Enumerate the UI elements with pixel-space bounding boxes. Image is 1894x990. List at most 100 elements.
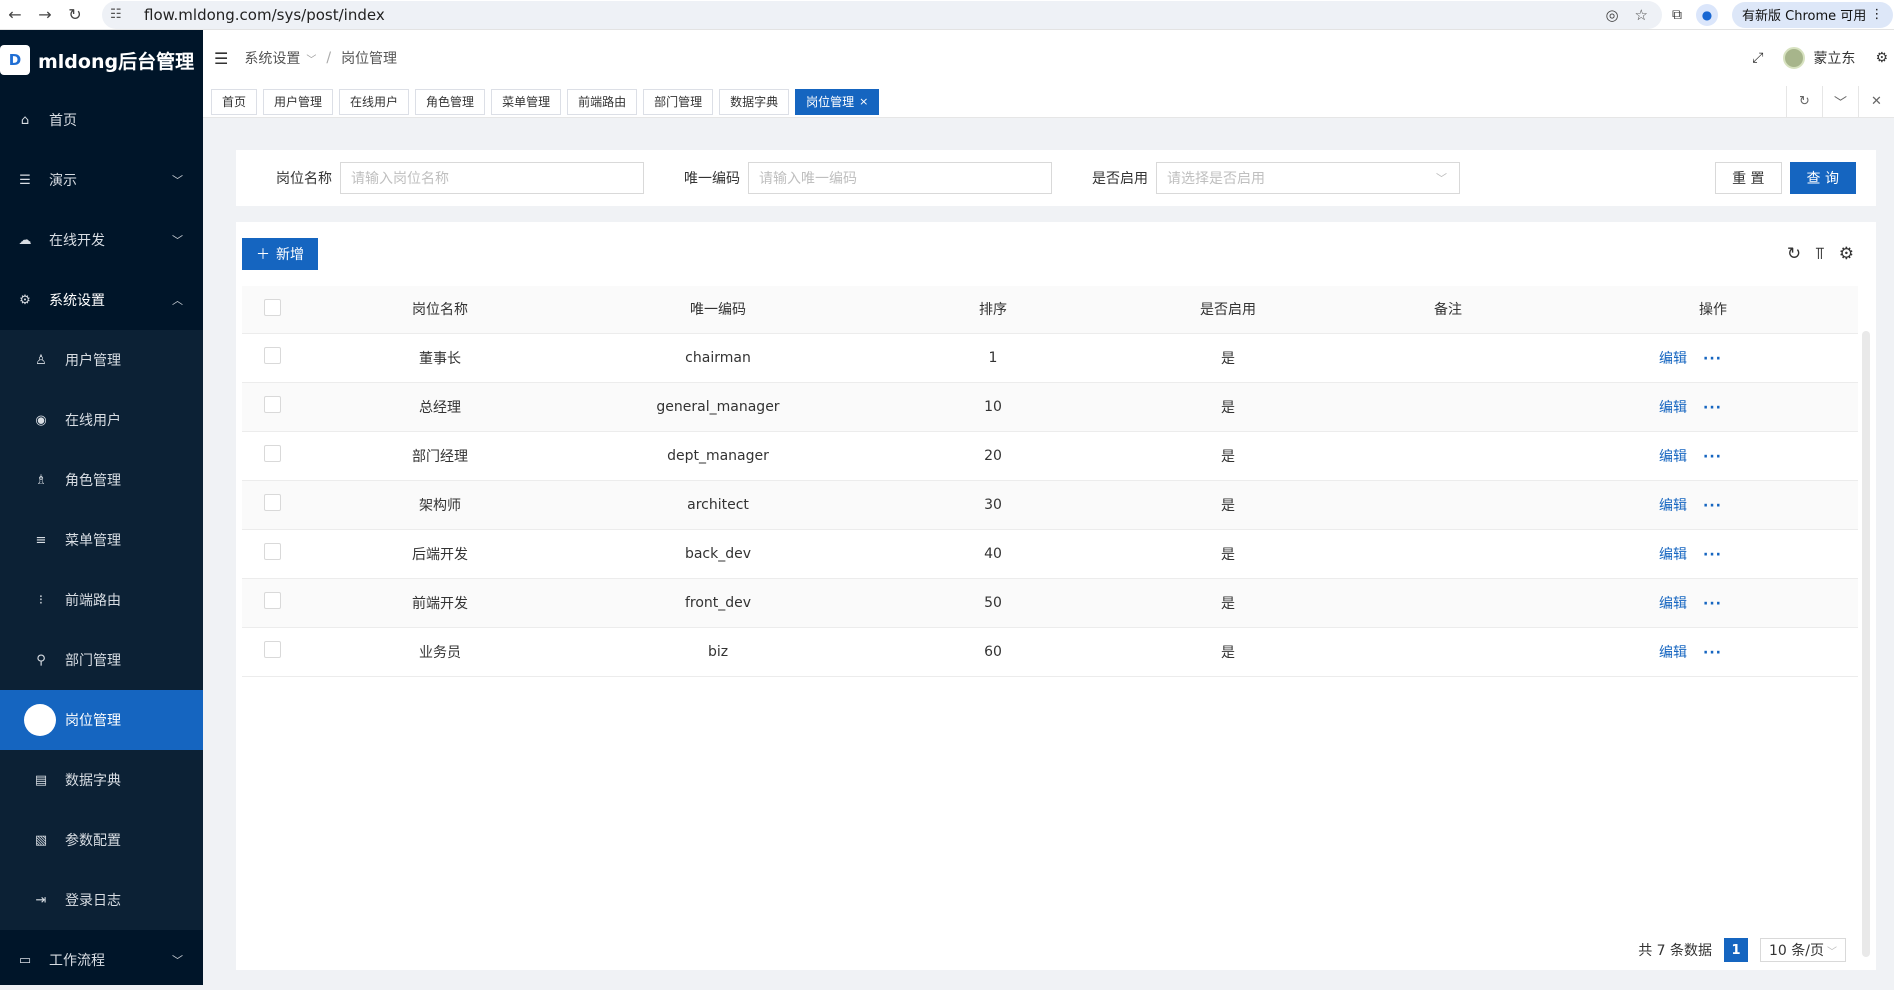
sidebar-item-menus[interactable]: ≡ 菜单管理 — [0, 510, 203, 570]
edit-link[interactable]: 编辑 — [1659, 400, 1687, 416]
post-code-cell: biz — [578, 627, 858, 677]
table-scrollbar[interactable] — [1862, 331, 1870, 957]
post-icon — [24, 704, 56, 736]
extensions-icon[interactable]: ⧉ — [1672, 7, 1682, 23]
profile-icon[interactable]: ● — [1696, 3, 1718, 26]
top-header: ☰ 系统设置 ﹀ / 岗位管理 ⤢ 蒙立东 ⚙ — [203, 30, 1894, 86]
sidebar-item-demo[interactable]: ☰ 演示 ﹀ — [0, 150, 203, 210]
query-button[interactable]: 查 询 — [1789, 162, 1856, 194]
fullscreen-icon[interactable]: ⤢ — [1752, 50, 1763, 66]
enabled-select[interactable]: 请选择是否启用 ﹀ — [1156, 162, 1460, 194]
add-button[interactable]: ＋ 新增 — [242, 238, 318, 270]
more-icon[interactable]: ··· — [1703, 449, 1722, 465]
more-icon[interactable]: ··· — [1703, 547, 1722, 563]
sidebar-item-label: 演示 — [49, 173, 77, 189]
forward-icon[interactable]: → — [30, 0, 60, 30]
page-size-value: 10 条/页 — [1769, 943, 1824, 959]
table-row[interactable]: 后端开发 back_dev 40 是 编辑 ··· — [242, 529, 1858, 579]
select-all-checkbox[interactable] — [263, 298, 281, 316]
table-row[interactable]: 董事长 chairman 1 是 编辑 ··· — [242, 333, 1858, 383]
column-header[interactable]: 备注 — [1328, 286, 1568, 334]
address-bar[interactable]: ☷ flow.mldong.com/sys/post/index ◎ ☆ — [102, 0, 1662, 29]
post-code-input[interactable]: 请输入唯一编码 — [748, 162, 1052, 194]
column-height-icon[interactable]: ⫪ — [1815, 244, 1825, 264]
tab-online-users[interactable]: 在线用户 — [339, 88, 410, 115]
sidebar-item-dictionary[interactable]: ▤ 数据字典 — [0, 750, 203, 810]
column-header[interactable]: 是否启用 — [1128, 286, 1328, 334]
settings-icon[interactable]: ⚙ — [1875, 50, 1888, 66]
row-checkbox[interactable] — [263, 445, 281, 462]
sort-cell: 30 — [858, 480, 1128, 530]
column-header[interactable]: 岗位名称 — [302, 286, 578, 334]
bookmark-star-icon[interactable]: ☆ — [1635, 6, 1648, 24]
edit-link[interactable]: 编辑 — [1659, 449, 1687, 465]
more-icon[interactable]: ··· — [1703, 645, 1722, 661]
more-icon[interactable]: ··· — [1703, 498, 1722, 514]
site-settings-icon[interactable]: ☷ — [110, 7, 132, 22]
edit-link[interactable]: 编辑 — [1659, 645, 1687, 661]
sidebar-item-online-dev[interactable]: ☁ 在线开发 ﹀ — [0, 210, 203, 270]
reset-button[interactable]: 重 置 — [1715, 162, 1782, 194]
sidebar-item-posts[interactable]: 岗位管理 — [0, 690, 203, 750]
sidebar-item-config[interactable]: ▧ 参数配置 — [0, 810, 203, 870]
sidebar-item-departments[interactable]: ⚲ 部门管理 — [0, 630, 203, 690]
sidebar-item-system[interactable]: ⚙ 系统设置 ︿ — [0, 270, 203, 330]
tab-dictionary[interactable]: 数据字典 — [719, 88, 790, 115]
sidebar-item-login-log[interactable]: ⇥ 登录日志 — [0, 870, 203, 930]
back-icon[interactable]: ← — [0, 0, 30, 30]
column-header[interactable]: 排序 — [858, 286, 1128, 334]
sidebar-item-workflow[interactable]: ▭ 工作流程 ﹀ — [0, 930, 203, 990]
select-all-cell — [242, 286, 302, 334]
menu-toggle-icon[interactable]: ☰ — [214, 49, 228, 68]
sidebar-item-users[interactable]: ♙ 用户管理 — [0, 330, 203, 390]
actions-cell: 编辑 ··· — [1568, 529, 1858, 579]
chevron-down-icon[interactable]: ﹀ — [1822, 85, 1858, 118]
reload-icon[interactable]: ↻ — [60, 0, 90, 30]
tab-routes[interactable]: 前端路由 — [567, 88, 638, 115]
tab-roles[interactable]: 角色管理 — [415, 88, 486, 115]
tab-users[interactable]: 用户管理 — [263, 88, 334, 115]
tab-home[interactable]: 首页 — [211, 88, 258, 115]
sidebar-item-online-users[interactable]: ◉ 在线用户 — [0, 390, 203, 450]
post-name-input[interactable]: 请输入岗位名称 — [340, 162, 644, 194]
user-name[interactable]: 蒙立东 — [1813, 48, 1855, 68]
table-row[interactable]: 架构师 architect 30 是 编辑 ··· — [242, 480, 1858, 530]
chevron-up-icon: ︿ — [172, 294, 183, 307]
column-header[interactable]: 唯一编码 — [578, 286, 858, 334]
tab-menus[interactable]: 菜单管理 — [491, 88, 562, 115]
table-row[interactable]: 总经理 general_manager 10 是 编辑 ··· — [242, 382, 1858, 432]
table-row[interactable]: 前端开发 front_dev 50 是 编辑 ··· — [242, 578, 1858, 628]
close-icon[interactable]: × — [859, 95, 868, 108]
eye-off-icon[interactable]: ◎ — [1605, 6, 1618, 24]
more-icon[interactable]: ··· — [1703, 596, 1722, 612]
sidebar-item-roles[interactable]: ♗ 角色管理 — [0, 450, 203, 510]
row-checkbox[interactable] — [263, 494, 281, 511]
tab-posts[interactable]: 岗位管理 × — [795, 88, 880, 115]
page-button-current[interactable]: 1 — [1724, 938, 1748, 962]
refresh-tab-icon[interactable]: ↻ — [1786, 85, 1822, 118]
avatar[interactable] — [1783, 47, 1806, 69]
table-row[interactable]: 业务员 biz 60 是 编辑 ··· — [242, 627, 1858, 677]
row-checkbox[interactable] — [263, 543, 281, 560]
row-checkbox[interactable] — [263, 347, 281, 364]
row-checkbox[interactable] — [263, 592, 281, 609]
post-code-cell: chairman — [578, 333, 858, 383]
page-size-select[interactable]: 10 条/页 ﹀ — [1760, 938, 1846, 962]
more-icon[interactable]: ··· — [1703, 400, 1722, 416]
sidebar-item-routes[interactable]: ⁝ 前端路由 — [0, 570, 203, 630]
row-checkbox[interactable] — [263, 641, 281, 658]
column-settings-icon[interactable]: ⚙ — [1839, 244, 1854, 264]
table-row[interactable]: 部门经理 dept_manager 20 是 编辑 ··· — [242, 431, 1858, 481]
edit-link[interactable]: 编辑 — [1659, 596, 1687, 612]
more-icon[interactable]: ··· — [1703, 351, 1722, 367]
edit-link[interactable]: 编辑 — [1659, 547, 1687, 563]
row-checkbox[interactable] — [263, 396, 281, 413]
sidebar-item-home[interactable]: ⌂ 首页 — [0, 90, 203, 150]
refresh-icon[interactable]: ↻ — [1787, 244, 1801, 264]
edit-link[interactable]: 编辑 — [1659, 498, 1687, 514]
tab-departments[interactable]: 部门管理 — [643, 88, 714, 115]
close-tabs-icon[interactable]: ✕ — [1858, 85, 1894, 118]
chrome-update-button[interactable]: 有新版 Chrome 可用 ⋮ — [1732, 1, 1894, 28]
edit-link[interactable]: 编辑 — [1659, 351, 1687, 367]
breadcrumb-parent[interactable]: 系统设置 — [244, 48, 300, 68]
